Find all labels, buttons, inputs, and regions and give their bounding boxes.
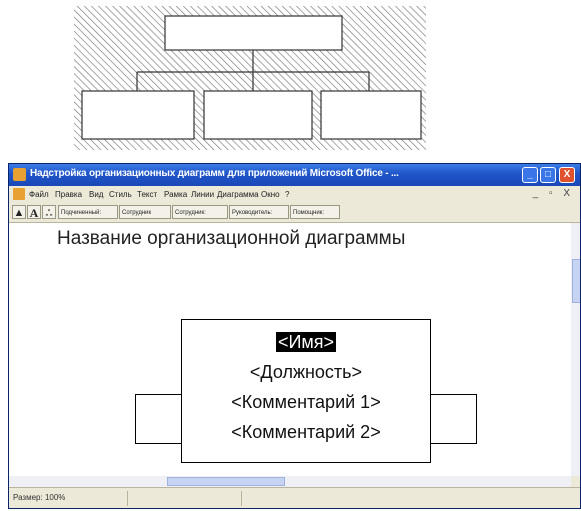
window-title: Надстройка организационных диаграмм для … [30,168,399,179]
close-button[interactable]: X [559,167,575,183]
manager-button[interactable]: Руководитель: [229,205,289,219]
bottom-box-right [320,90,422,140]
chart-tool-icon[interactable]: ஃ [42,205,56,219]
vertical-scrollbar[interactable] [571,223,580,476]
subordinate-button[interactable]: Подчиненный: [58,205,118,219]
app-icon [13,168,26,181]
main-box[interactable]: <Имя> <Должность> <Комментарий 1> <Комме… [181,319,431,463]
coworker-button[interactable]: Сотрудник [119,205,171,219]
coworker-right-button[interactable]: Сотрудник: [172,205,228,219]
menu-bar: Файл Правка Вид Стиль Текст Рамка Линии … [9,186,580,203]
status-divider [127,491,128,506]
menu-chart[interactable]: Диаграмма [217,190,259,199]
document-window-controls[interactable]: _ ▫ X [533,188,574,199]
text-tool-icon[interactable]: A [27,205,41,220]
toolbar: ▲ A ஃ Подчиненный: Сотрудник Сотрудник: … [9,203,580,223]
side-box-right[interactable] [429,394,477,444]
maximize-button[interactable]: □ [540,167,556,183]
horizontal-scroll-thumb[interactable] [167,477,285,486]
chart-title[interactable]: Название организационной диаграммы [57,228,405,250]
menu-file[interactable]: Файл [29,190,49,199]
status-divider [241,491,242,506]
bottom-box-left [81,90,195,140]
status-bar: Размер: 100% [9,487,580,508]
chart-canvas[interactable]: Название организационной диаграммы <Имя>… [9,223,571,476]
app-window: Надстройка организационных диаграмм для … [8,163,581,509]
bottom-box-middle [203,90,313,140]
main-box-position[interactable]: <Должность> [182,362,430,383]
menu-lines[interactable]: Линии [191,190,214,199]
menu-text[interactable]: Текст [137,190,157,199]
main-box-name[interactable]: <Имя> [275,332,337,352]
title-bar[interactable]: Надстройка организационных диаграмм для … [9,164,580,186]
horizontal-scrollbar[interactable] [9,476,571,487]
menu-window[interactable]: Окно [261,190,280,199]
main-box-name-line: <Имя> [182,332,430,353]
main-box-comment-1[interactable]: <Комментарий 1> [182,392,430,413]
minimize-button[interactable]: _ [522,167,538,183]
menu-edit[interactable]: Правка [55,190,82,199]
main-box-comment-2[interactable]: <Комментарий 2> [182,422,430,443]
menu-style[interactable]: Стиль [109,190,132,199]
side-box-left[interactable] [135,394,183,444]
top-box [164,15,343,51]
menu-view[interactable]: Вид [89,190,103,199]
org-chart-illustration [74,6,426,150]
document-icon [13,188,25,200]
menu-frame[interactable]: Рамка [164,190,187,199]
vertical-scroll-thumb[interactable] [572,259,580,303]
pointer-tool-icon[interactable]: ▲ [12,205,26,219]
zoom-status: Размер: 100% [13,493,66,502]
menu-help[interactable]: ? [285,190,289,199]
assistant-button[interactable]: Помощник: [290,205,340,219]
